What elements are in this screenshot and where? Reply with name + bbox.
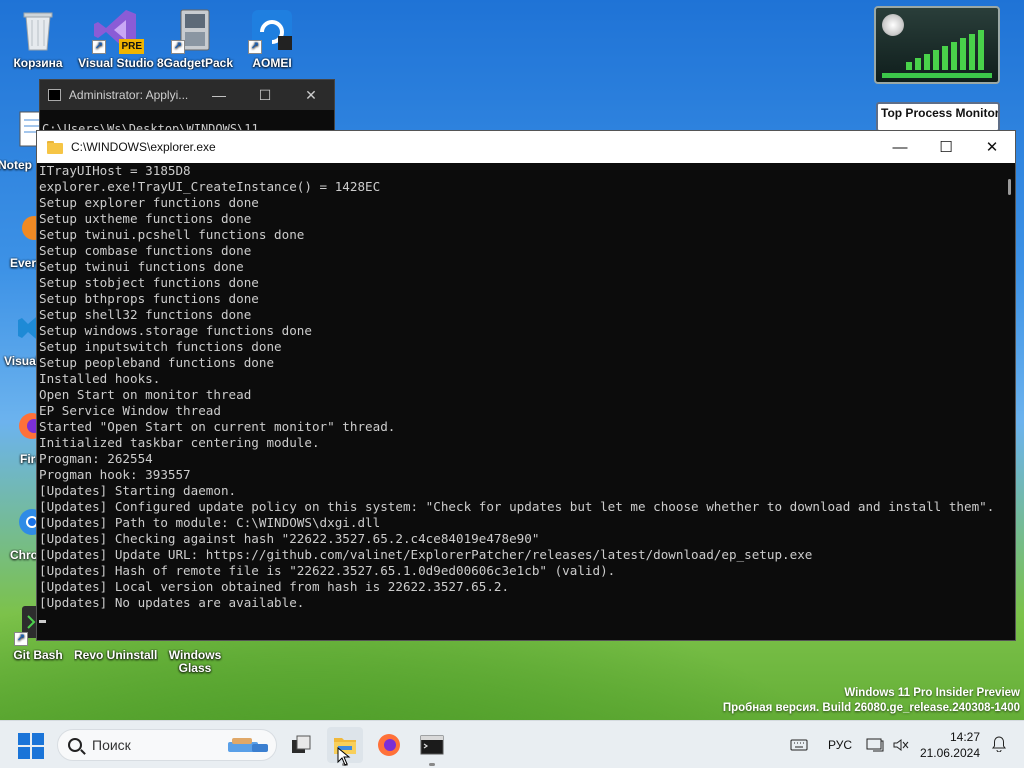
- window-title: Administrator: Applyi...: [68, 88, 189, 102]
- shortcut-arrow-icon: ↗: [92, 40, 106, 54]
- window-titlebar[interactable]: C:\WINDOWS\explorer.exe — ☐ ✕: [37, 131, 1015, 163]
- desktop-icon-label: Visual Studio: [78, 57, 154, 70]
- console-line: explorer.exe!TrayUI_CreateInstance() = 1…: [39, 179, 381, 194]
- aomei-icon: ↗: [248, 6, 296, 54]
- search-icon: [68, 738, 82, 752]
- gadget-title: Top Process Monitor: [881, 106, 1000, 120]
- console-line: Setup shell32 functions done: [39, 307, 252, 322]
- window-title: C:\WINDOWS\explorer.exe: [71, 140, 216, 154]
- task-view-icon: [292, 735, 311, 753]
- network-meter-gadget[interactable]: [874, 6, 1000, 84]
- desktop-icon-label: Корзина: [13, 57, 63, 70]
- language-indicator[interactable]: РУС: [828, 721, 852, 768]
- desktop-icon-label: Git Bash: [13, 649, 63, 662]
- search-placeholder: Поиск: [92, 737, 131, 753]
- preview-badge: PRE: [119, 39, 144, 54]
- meter-bars: [906, 30, 992, 70]
- shortcut-arrow-icon: ↗: [14, 632, 28, 646]
- console-line: [Updates] Hash of remote file is "22622.…: [39, 563, 616, 578]
- taskbar-firefox[interactable]: [371, 727, 407, 763]
- console-line: Setup uxtheme functions done: [39, 211, 252, 226]
- console-output[interactable]: ITrayUIHost = 3185D8 explorer.exe!TrayUI_…: [39, 163, 999, 640]
- window-titlebar[interactable]: Administrator: Applyi... — ☐ ✕: [40, 80, 334, 110]
- console-cursor: [39, 620, 46, 623]
- console-line: Setup stobject functions done: [39, 275, 259, 290]
- minimize-button[interactable]: —: [196, 87, 242, 104]
- terminal-icon: [420, 735, 444, 755]
- maximize-button[interactable]: ☐: [923, 131, 969, 163]
- console-line: ITrayUIHost = 3185D8: [39, 163, 191, 178]
- close-button[interactable]: ✕: [288, 87, 334, 104]
- desktop-icon-label: Revo Uninstall...: [74, 649, 158, 662]
- recycle-bin-icon: [14, 6, 62, 54]
- desktop-icon-label: 8GadgetPack: [156, 57, 234, 70]
- network-icon[interactable]: [866, 721, 884, 768]
- notification-bell-icon[interactable]: [992, 736, 1006, 753]
- console-line: Setup peopleband functions done: [39, 355, 275, 370]
- desktop-icon-8gadgetpack[interactable]: ↗ 8GadgetPack: [153, 6, 237, 70]
- keyboard-icon[interactable]: [790, 721, 808, 768]
- start-button[interactable]: [18, 733, 44, 759]
- console-line: Open Start on monitor thread: [39, 387, 252, 402]
- console-line: Started "Open Start on current monitor" …: [39, 419, 396, 434]
- console-line: [Updates] Path to module: C:\WINDOWS\dxg…: [39, 515, 381, 530]
- console-line: Progman hook: 393557: [39, 467, 191, 482]
- watermark-build: Пробная версия. Build 26080.ge_release.2…: [722, 702, 1020, 714]
- console-line: [Updates] Local version obtained from ha…: [39, 579, 510, 594]
- console-line: Setup bthprops functions done: [39, 291, 259, 306]
- console-line: Setup twinui functions done: [39, 259, 244, 274]
- meter-dial-icon: [882, 14, 904, 36]
- console-line: Initialized taskbar centering module.: [39, 435, 320, 450]
- watermark-edition: Windows 11 Pro Insider Preview: [844, 687, 1020, 699]
- system-clock[interactable]: 14:27 21.06.2024: [920, 729, 980, 761]
- desktop-icon-label: Windows Glass: [168, 649, 222, 675]
- gadgetpack-icon: ↗: [171, 6, 219, 54]
- scrollbar-thumb[interactable]: [1008, 179, 1011, 195]
- console-line: Installed hooks.: [39, 371, 161, 386]
- console-app-icon: [48, 89, 61, 101]
- folder-icon: [47, 140, 63, 154]
- task-view-button[interactable]: [283, 727, 319, 763]
- mouse-cursor-icon: [337, 747, 351, 766]
- console-line: [Updates] Starting daemon.: [39, 483, 237, 498]
- meter-base-bar: [882, 73, 992, 78]
- console-line: [Updates] Configured update policy on th…: [39, 499, 995, 514]
- close-button[interactable]: ✕: [969, 131, 1015, 163]
- console-line: [Updates] Update URL: https://github.com…: [39, 547, 813, 562]
- console-line: Setup windows.storage functions done: [39, 323, 312, 338]
- console-line: [Updates] Checking against hash "22622.3…: [39, 531, 540, 546]
- explorer-console-window[interactable]: C:\WINDOWS\explorer.exe — ☐ ✕ ITrayUIHos…: [36, 130, 1016, 641]
- desktop-icon-label: AOMEI: [252, 57, 292, 70]
- desktop-icon-visual-studio-preview[interactable]: PRE ↗ Visual Studio: [74, 6, 158, 70]
- taskbar: Поиск РУС 14:27 21.06.2024: [0, 720, 1024, 768]
- console-line: Setup twinui.pcshell functions done: [39, 227, 305, 242]
- shortcut-arrow-icon: ↗: [248, 40, 262, 54]
- windows-watermark: Windows 11 Pro Insider Preview Пробная в…: [723, 686, 1020, 716]
- console-line: EP Service Window thread: [39, 403, 221, 418]
- taskbar-terminal[interactable]: [414, 727, 450, 766]
- console-line: Setup explorer functions done: [39, 195, 259, 210]
- shortcut-arrow-icon: ↗: [171, 40, 185, 54]
- volume-muted-icon[interactable]: [892, 721, 910, 768]
- console-line: Setup combase functions done: [39, 243, 252, 258]
- running-indicator: [429, 763, 435, 766]
- desktop-icon-aomei[interactable]: ↗ AOMEI: [230, 6, 314, 70]
- desktop-icon-recycle-bin[interactable]: Корзина: [0, 6, 80, 70]
- search-box[interactable]: Поиск: [57, 729, 277, 761]
- console-line: [Updates] No updates are available.: [39, 595, 305, 610]
- console-line: Progman: 262554: [39, 451, 153, 466]
- console-line: Setup inputswitch functions done: [39, 339, 282, 354]
- maximize-button[interactable]: ☐: [242, 87, 288, 104]
- minimize-button[interactable]: —: [877, 131, 923, 163]
- search-highlight-icon: [228, 738, 268, 752]
- top-process-monitor-gadget[interactable]: Top Process Monitor: [876, 102, 1000, 132]
- clock-date: 21.06.2024: [919, 746, 980, 760]
- visual-studio-icon: PRE ↗: [92, 6, 144, 54]
- taskbar-file-explorer[interactable]: [327, 727, 363, 766]
- clock-time: 14:27: [949, 730, 980, 744]
- firefox-icon: [378, 734, 400, 756]
